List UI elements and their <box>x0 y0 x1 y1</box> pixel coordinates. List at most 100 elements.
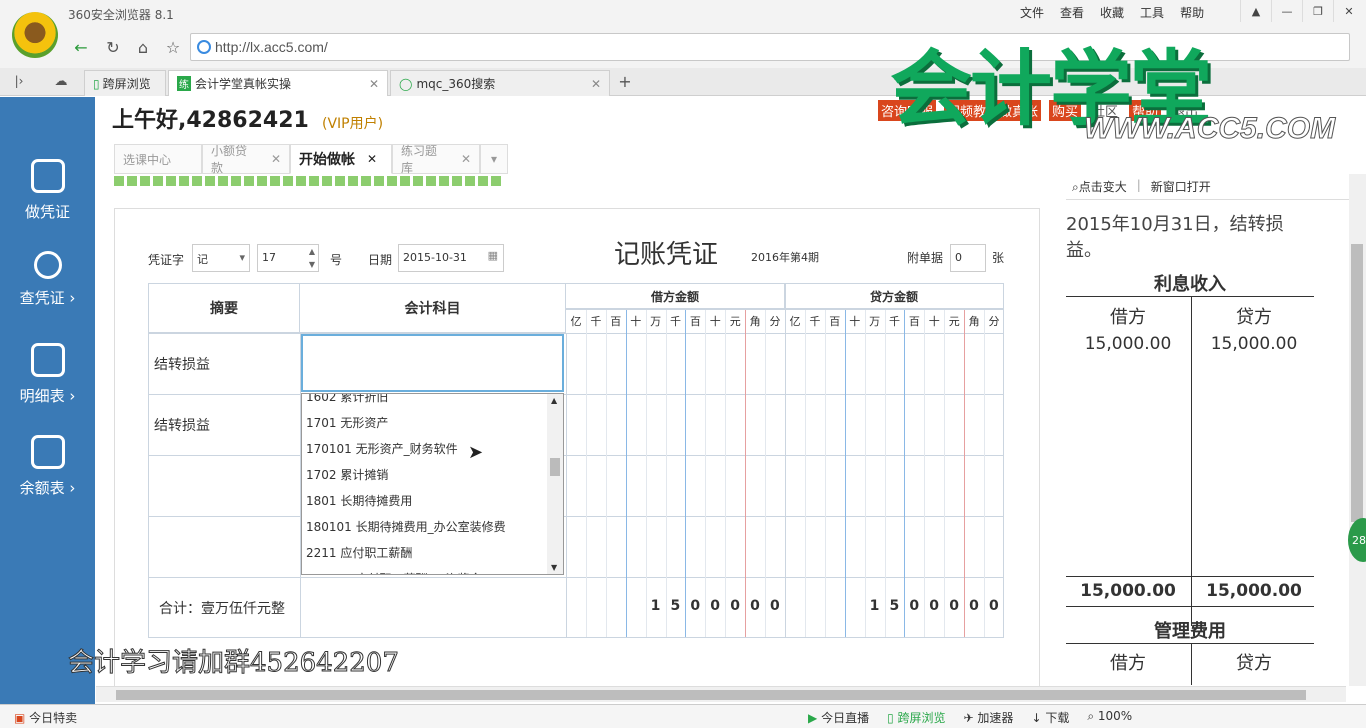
dropdown-option[interactable]: 1701 无形资产 <box>306 414 388 431</box>
sidebar-item-detail[interactable]: 明细表 › <box>0 343 95 423</box>
progress-block <box>322 176 332 186</box>
row-divider <box>149 394 1003 395</box>
scroll-thumb[interactable] <box>116 690 1306 700</box>
horizontal-scrollbar[interactable] <box>96 686 1346 702</box>
progress-block <box>218 176 228 186</box>
digit-header: 角 <box>968 315 980 328</box>
row-summary[interactable]: 结转损益 <box>154 415 210 435</box>
column-divider <box>705 310 707 637</box>
column-divider <box>804 310 806 637</box>
status-deals[interactable]: ▣ 今日特卖 <box>14 709 77 726</box>
col-account-header: 会计科目 <box>300 284 566 333</box>
subtab-start-bookkeeping[interactable]: 开始做帐 ✕ <box>290 144 392 174</box>
total-digit: 0 <box>969 598 979 614</box>
progress-block <box>452 176 462 186</box>
total-digit: 0 <box>690 598 701 614</box>
progress-block <box>335 176 345 186</box>
close-icon[interactable]: ✕ <box>271 152 281 166</box>
dropdown-option[interactable]: 170101 无形资产_财务软件 <box>306 440 458 457</box>
rocket-icon: ✈ <box>963 711 974 725</box>
new-tab-icon[interactable]: + <box>612 68 638 94</box>
menu-item-view[interactable]: 查看 <box>1060 4 1084 21</box>
new-window-link[interactable]: 新窗口打开 <box>1151 178 1211 195</box>
stepper-arrows-icon[interactable]: ▲ ▼ <box>309 245 315 271</box>
sub-tabs: 选课中心 小额贷款 ✕ 开始做帐 ✕ 练习题库 ✕ ▾ <box>114 144 508 175</box>
dropdown-option[interactable]: 180101 长期待摊费用_办公室装修费 <box>306 518 506 535</box>
sidebar-toggle-icon[interactable]: |› <box>6 68 32 94</box>
back-icon[interactable]: ← <box>68 34 94 60</box>
menu-item-help[interactable]: 帮助 <box>1180 4 1204 21</box>
progress-block <box>413 176 423 186</box>
home-icon[interactable]: ⌂ <box>130 34 156 60</box>
close-icon[interactable]: ✕ <box>461 152 471 166</box>
close-tab-icon[interactable]: ✕ <box>591 77 601 91</box>
refresh-icon[interactable]: ↻ <box>100 34 126 60</box>
status-live[interactable]: ▶ 今日直播 <box>808 709 869 726</box>
voucher-word-select[interactable]: 记 ▾ <box>192 244 250 272</box>
minimize-button[interactable]: — <box>1271 0 1302 22</box>
column-divider <box>725 310 727 637</box>
digit-header: 十 <box>928 315 940 328</box>
sidebar-item-balance[interactable]: 余额表 › <box>0 435 95 515</box>
tab-search[interactable]: ◯ mqc_360搜索 ✕ <box>390 70 610 96</box>
account-input[interactable] <box>301 334 564 392</box>
status-cross-screen[interactable]: ▯ 跨屏浏览 <box>887 709 945 726</box>
scroll-down-icon[interactable]: ▼ <box>551 563 557 572</box>
menu-item-favorites[interactable]: 收藏 <box>1100 4 1124 21</box>
voucher-icon <box>30 159 65 193</box>
phone-icon: ▯ <box>93 76 100 91</box>
scroll-thumb[interactable] <box>1351 244 1363 522</box>
download-icon: ↓ <box>1031 711 1042 725</box>
calendar-icon[interactable]: ▦ <box>488 249 498 262</box>
tab-acc5[interactable]: 练 会计学堂真帐实操 ✕ <box>168 70 388 96</box>
status-zoom[interactable]: ⌕ 100% <box>1087 709 1132 726</box>
favorite-star-icon[interactable]: ☆ <box>160 34 186 60</box>
status-download[interactable]: ↓ 下载 <box>1031 709 1069 726</box>
dropdown-scrollbar[interactable]: ▲ ▼ <box>547 394 563 574</box>
dropdown-option[interactable]: 1702 累计摊销 <box>306 466 388 483</box>
close-icon[interactable]: ✕ <box>367 152 377 166</box>
progress-block <box>296 176 306 186</box>
menu-item-tools[interactable]: 工具 <box>1140 4 1164 21</box>
dropdown-option[interactable]: 1801 长期待摊费用 <box>306 492 412 509</box>
task-description: 2015年10月31日，结转损益。 <box>1066 214 1284 261</box>
subtab-course-center[interactable]: 选课中心 <box>114 144 202 174</box>
scroll-up-icon[interactable]: ▲ <box>551 396 557 405</box>
scroll-thumb[interactable] <box>550 458 560 476</box>
subtab-small-loan[interactable]: 小额贷款 ✕ <box>202 144 290 175</box>
status-bar: ▣ 今日特卖 ▶ 今日直播 ▯ 跨屏浏览 ✈ 加速器 ↓ 下载 ⌕ 100% <box>0 704 1366 728</box>
dropdown-option[interactable]: 1602 累计折旧 <box>306 394 388 405</box>
column-divider <box>785 284 786 637</box>
maximize-button[interactable]: ❐ <box>1302 0 1333 22</box>
sidebar-item-make-voucher[interactable]: 做凭证 <box>0 159 95 239</box>
zoom-link[interactable]: ⌕点击变大 <box>1072 178 1127 195</box>
close-button[interactable]: ✕ <box>1333 0 1364 22</box>
digit-header: 千 <box>670 315 681 328</box>
close-tab-icon[interactable]: ✕ <box>369 77 379 91</box>
more-tabs-dropdown[interactable]: ▾ <box>480 144 508 174</box>
total-digit: 0 <box>989 598 999 614</box>
menu-item-file[interactable]: 文件 <box>1020 4 1044 21</box>
right-scrollbar[interactable] <box>1349 174 1366 686</box>
row-summary[interactable]: 结转损益 <box>154 354 210 374</box>
column-divider <box>605 310 607 637</box>
sidebar-item-query-voucher[interactable]: 查凭证 › <box>0 251 95 331</box>
tab-cross-screen[interactable]: ▯ 跨屏浏览 <box>84 70 166 96</box>
dropdown-option[interactable]: 2211 应付职工薪酬 <box>306 544 412 561</box>
cloud-icon[interactable]: ☁ <box>48 68 74 94</box>
progress-block <box>348 176 358 186</box>
attach-count-input[interactable]: 0 <box>950 244 986 272</box>
voucher-number-stepper[interactable]: 17 ▲ ▼ <box>257 244 319 272</box>
column-divider <box>864 310 866 637</box>
status-accelerator[interactable]: ✈ 加速器 <box>964 709 1014 726</box>
subtab-practice[interactable]: 练习题库 ✕ <box>392 144 480 175</box>
skin-icon[interactable]: ▲ <box>1240 0 1271 22</box>
chevron-down-icon: ▾ <box>239 251 245 264</box>
watermark-text: 会计学习请加群452642207 <box>68 648 400 679</box>
digit-header: 元 <box>729 315 741 328</box>
account-dropdown[interactable]: 221101 应付职工薪酬_工资奖金 2211 应付职工薪酬 180101 长期待摊… <box>301 393 564 575</box>
header-divider <box>785 309 1003 310</box>
column-divider <box>944 310 946 637</box>
date-picker[interactable]: 2015-10-31 ▦ <box>398 244 504 272</box>
dropdown-option[interactable]: 221101 应付职工薪酬_工资奖金 <box>306 570 482 574</box>
